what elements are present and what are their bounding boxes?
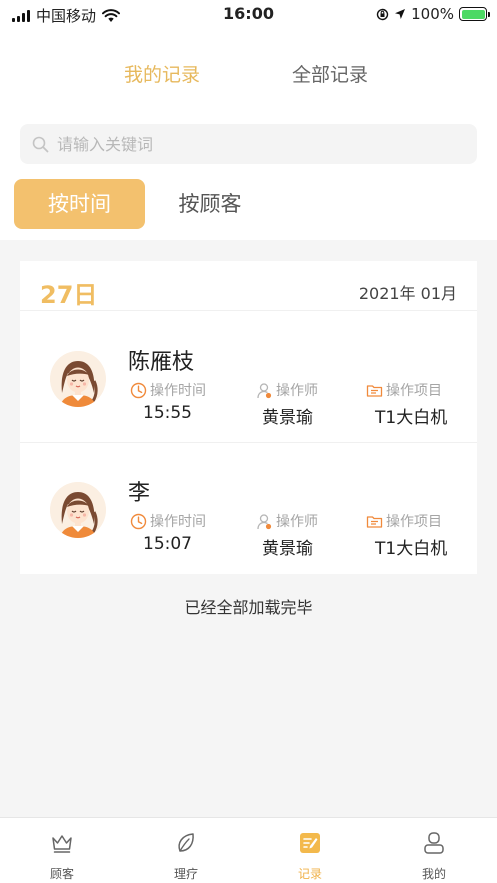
operator-value: 黄景瑜 [262,408,313,428]
record-item[interactable]: 李 操作时间 15:07 操作师 黄景瑜 操作项目 T1大白机 [20,443,477,574]
record-group-header: 27日 2021年 01月 [20,261,477,311]
clock-icon [130,513,147,529]
customer-name: 李 [128,481,151,506]
folder-icon [366,515,383,528]
project-value: T1大白机 [375,408,448,428]
operator-value: 黄景瑜 [262,539,313,559]
folder-icon [366,384,383,397]
tabbar-label: 理疗 [173,867,198,881]
operation-time-field: 操作时间 15:55 [130,380,206,423]
search-input[interactable] [57,134,457,154]
battery-icon [459,7,490,21]
tabbar-item-therapy[interactable]: 理疗 [124,818,248,883]
project-value: T1大白机 [375,539,448,559]
customer-avatar [50,351,106,407]
location-icon [395,9,406,19]
tabbar-label: 记录 [297,867,322,881]
tabbar-item-mine[interactable]: 我的 [372,818,496,883]
operator-field: 操作师 黄景瑜 [256,511,318,559]
operator-icon [257,513,272,529]
user-icon [424,832,444,854]
header: 我的记录 全部记录 按时间 按顾客 [0,30,497,240]
operation-time-value: 15:07 [143,534,192,554]
operator-icon [257,382,272,398]
leaf-icon [178,833,194,852]
project-label: 操作项目 [386,514,442,530]
tabbar-label: 我的 [421,867,446,881]
crown-icon [52,835,72,853]
tabbar-item-customers[interactable]: 顾客 [0,818,124,883]
bottom-tab-bar: 顾客 理疗 记录 我的 [0,817,497,883]
all-loaded-text: 已经全部加载完毕 [184,598,313,617]
project-field: 操作项目 T1大白机 [366,380,447,428]
project-field: 操作项目 T1大白机 [366,511,447,559]
battery-percent: 100% [411,5,454,23]
operation-time-value: 15:55 [143,403,192,423]
operator-label: 操作师 [276,383,318,399]
search-icon [32,136,49,152]
record-group-card: 27日 2021年 01月 陈雁枝 操作时间 15:55 操作师 黄景瑜 操作项… [20,261,477,574]
operator-label: 操作师 [276,514,318,530]
status-bar: 中国移动 16:00 100% [0,0,497,30]
tabbar-label: 顾客 [49,867,74,881]
record-item[interactable]: 陈雁枝 操作时间 15:55 操作师 黄景瑜 操作项目 T1大白机 [20,312,477,443]
notes-icon [300,833,320,853]
project-label: 操作项目 [386,383,442,399]
operation-time-label: 操作时间 [150,383,206,399]
rotation-lock-icon [376,8,389,20]
search-bar [20,124,477,164]
group-month: 2021年 01月 [358,284,457,303]
filter-by-time-button[interactable]: 按时间 [14,179,145,229]
customer-avatar [50,482,106,538]
group-day: 27日 [40,281,98,309]
clock-icon [130,382,147,398]
tab-my-records[interactable]: 我的记录 [124,60,200,87]
tab-all-records[interactable]: 全部记录 [292,60,368,87]
operator-field: 操作师 黄景瑜 [256,380,318,428]
screen: 中国移动 16:00 100% 我的记录 全部记录 请输入关键词 按时间 按顾客… [0,0,497,883]
operation-time-label: 操作时间 [150,514,206,530]
operation-time-field: 操作时间 15:07 [130,511,206,554]
tabbar-item-records[interactable]: 记录 [248,818,372,883]
customer-name: 陈雁枝 [128,350,195,375]
filter-by-customer-button[interactable]: 按顾客 [160,179,260,229]
